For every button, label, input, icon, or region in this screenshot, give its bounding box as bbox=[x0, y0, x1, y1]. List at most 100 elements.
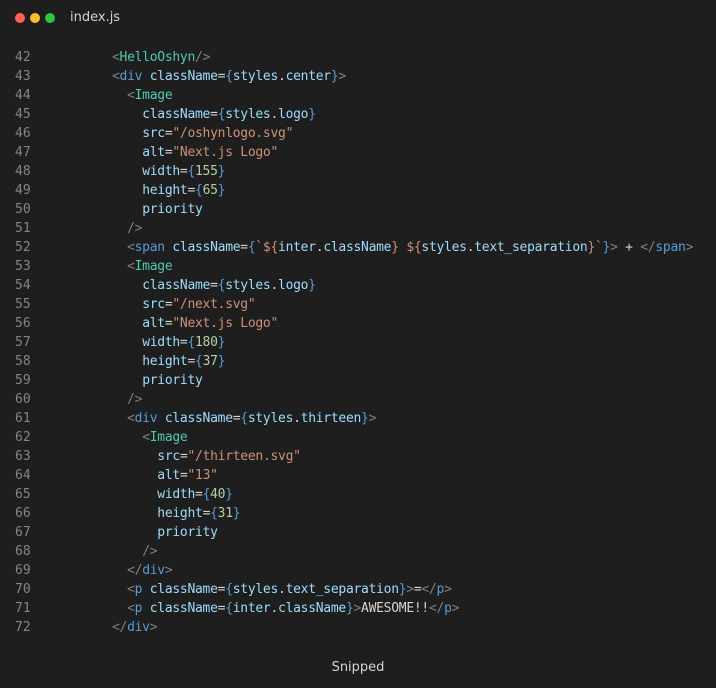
code-line: 58 height={37} bbox=[0, 352, 716, 371]
code-line: 54 className={styles.logo} bbox=[0, 276, 716, 295]
code-token: > bbox=[149, 620, 158, 635]
code-token: = bbox=[187, 183, 196, 198]
code-text: <Image bbox=[142, 428, 188, 447]
code-token: className bbox=[323, 240, 392, 255]
code-token: } bbox=[217, 164, 226, 179]
code-token: div bbox=[134, 411, 158, 426]
code-token: alt bbox=[157, 468, 180, 483]
code-line: 47 alt="Next.js Logo" bbox=[0, 143, 716, 162]
code-token: /> bbox=[127, 221, 143, 236]
line-number: 52 bbox=[15, 240, 31, 255]
code-text: className={styles.logo} bbox=[142, 276, 316, 295]
code-text: alt="Next.js Logo" bbox=[142, 314, 278, 333]
code-text: </div> bbox=[112, 618, 158, 637]
code-line: 67 priority bbox=[0, 523, 716, 542]
code-token: p bbox=[444, 601, 452, 616]
code-text: src="/thirteen.svg" bbox=[157, 447, 301, 466]
code-text: </div> bbox=[127, 561, 173, 580]
code-text: src="/next.svg" bbox=[142, 295, 255, 314]
code-token: styles bbox=[232, 582, 279, 597]
code-token: . bbox=[270, 107, 279, 122]
code-line: 63 src="/thirteen.svg" bbox=[0, 447, 716, 466]
code-text: <div className={styles.thirteen}> bbox=[127, 409, 376, 428]
code-token: . bbox=[270, 601, 279, 616]
code-line: 50 priority bbox=[0, 200, 716, 219]
code-token: center bbox=[285, 69, 332, 84]
line-number: 68 bbox=[15, 544, 31, 559]
code-token: div bbox=[142, 563, 165, 578]
code-line: 42 <HelloOshyn/> bbox=[0, 48, 716, 67]
code-token: . bbox=[278, 69, 286, 84]
code-token: alt bbox=[142, 145, 165, 160]
code-line: 72 </div> bbox=[0, 618, 716, 637]
code-token: = bbox=[210, 107, 218, 122]
code-line: 52 <span className={`${inter.className} $… bbox=[0, 238, 716, 257]
code-token: > bbox=[164, 563, 173, 578]
code-text: alt="Next.js Logo" bbox=[142, 143, 278, 162]
code-token: styles bbox=[232, 69, 279, 84]
code-text: height={31} bbox=[157, 504, 240, 523]
code-token: 31 bbox=[217, 506, 233, 521]
code-line: 57 width={180} bbox=[0, 333, 716, 352]
code-token: < bbox=[112, 69, 120, 84]
line-number: 59 bbox=[15, 373, 31, 388]
code-line: 65 width={40} bbox=[0, 485, 716, 504]
code-token: </ bbox=[640, 240, 656, 255]
code-line: 43 <div className={styles.center}> bbox=[0, 67, 716, 86]
code-text: width={180} bbox=[142, 333, 225, 352]
line-number: 44 bbox=[15, 88, 31, 103]
code-token: span bbox=[655, 240, 686, 255]
code-token: 37 bbox=[202, 354, 218, 369]
code-line: 56 alt="Next.js Logo" bbox=[0, 314, 716, 333]
line-number: 61 bbox=[15, 411, 31, 426]
line-number: 51 bbox=[15, 221, 31, 236]
code-token: src bbox=[157, 449, 180, 464]
code-text: width={40} bbox=[157, 485, 233, 504]
code-line: 46 src="/oshynlogo.svg" bbox=[0, 124, 716, 143]
code-token: `${ bbox=[255, 240, 279, 255]
code-token: "Next.js Logo" bbox=[172, 316, 279, 331]
code-token: < bbox=[127, 411, 135, 426]
code-token: > bbox=[353, 601, 362, 616]
code-token: </ bbox=[127, 563, 143, 578]
code-token: } bbox=[308, 107, 316, 122]
code-token: className bbox=[149, 601, 218, 616]
line-number: 45 bbox=[15, 107, 31, 122]
code-editor: 42 <HelloOshyn/> 43 <div className={styles.… bbox=[0, 48, 716, 637]
code-token: . bbox=[278, 582, 286, 597]
code-line: 61 <div className={styles.thirteen}> bbox=[0, 409, 716, 428]
code-token: text_separation bbox=[285, 582, 399, 597]
minimize-dot-icon[interactable] bbox=[30, 13, 40, 23]
code-token: = bbox=[210, 278, 218, 293]
code-token: { bbox=[187, 335, 196, 350]
code-token: styles bbox=[247, 411, 294, 426]
code-token: src bbox=[142, 297, 165, 312]
code-token: { bbox=[240, 411, 248, 426]
line-number: 47 bbox=[15, 145, 31, 160]
code-line: 71 <p className={inter.className}>AWESOME… bbox=[0, 599, 716, 618]
maximize-dot-icon[interactable] bbox=[45, 13, 55, 23]
code-token: . bbox=[293, 411, 301, 426]
close-dot-icon[interactable] bbox=[15, 13, 25, 23]
code-text: height={65} bbox=[142, 181, 225, 200]
code-line: 45 className={styles.logo} bbox=[0, 105, 716, 124]
line-number: 46 bbox=[15, 126, 31, 141]
code-token: inter bbox=[278, 240, 316, 255]
line-number: 55 bbox=[15, 297, 31, 312]
code-token: inter bbox=[232, 601, 271, 616]
code-text: height={37} bbox=[142, 352, 225, 371]
line-number: 65 bbox=[15, 487, 31, 502]
code-token: { bbox=[225, 69, 233, 84]
code-token: + bbox=[617, 240, 641, 255]
code-line: 62 <Image bbox=[0, 428, 716, 447]
code-token: { bbox=[225, 601, 233, 616]
line-number: 72 bbox=[15, 620, 31, 635]
line-number: 43 bbox=[15, 69, 31, 84]
code-token: "/thirteen.svg" bbox=[187, 449, 301, 464]
code-token: > bbox=[444, 582, 452, 597]
code-token: } bbox=[217, 183, 226, 198]
line-number: 57 bbox=[15, 335, 31, 350]
code-token: className bbox=[278, 601, 346, 616]
code-token: height bbox=[157, 506, 203, 521]
